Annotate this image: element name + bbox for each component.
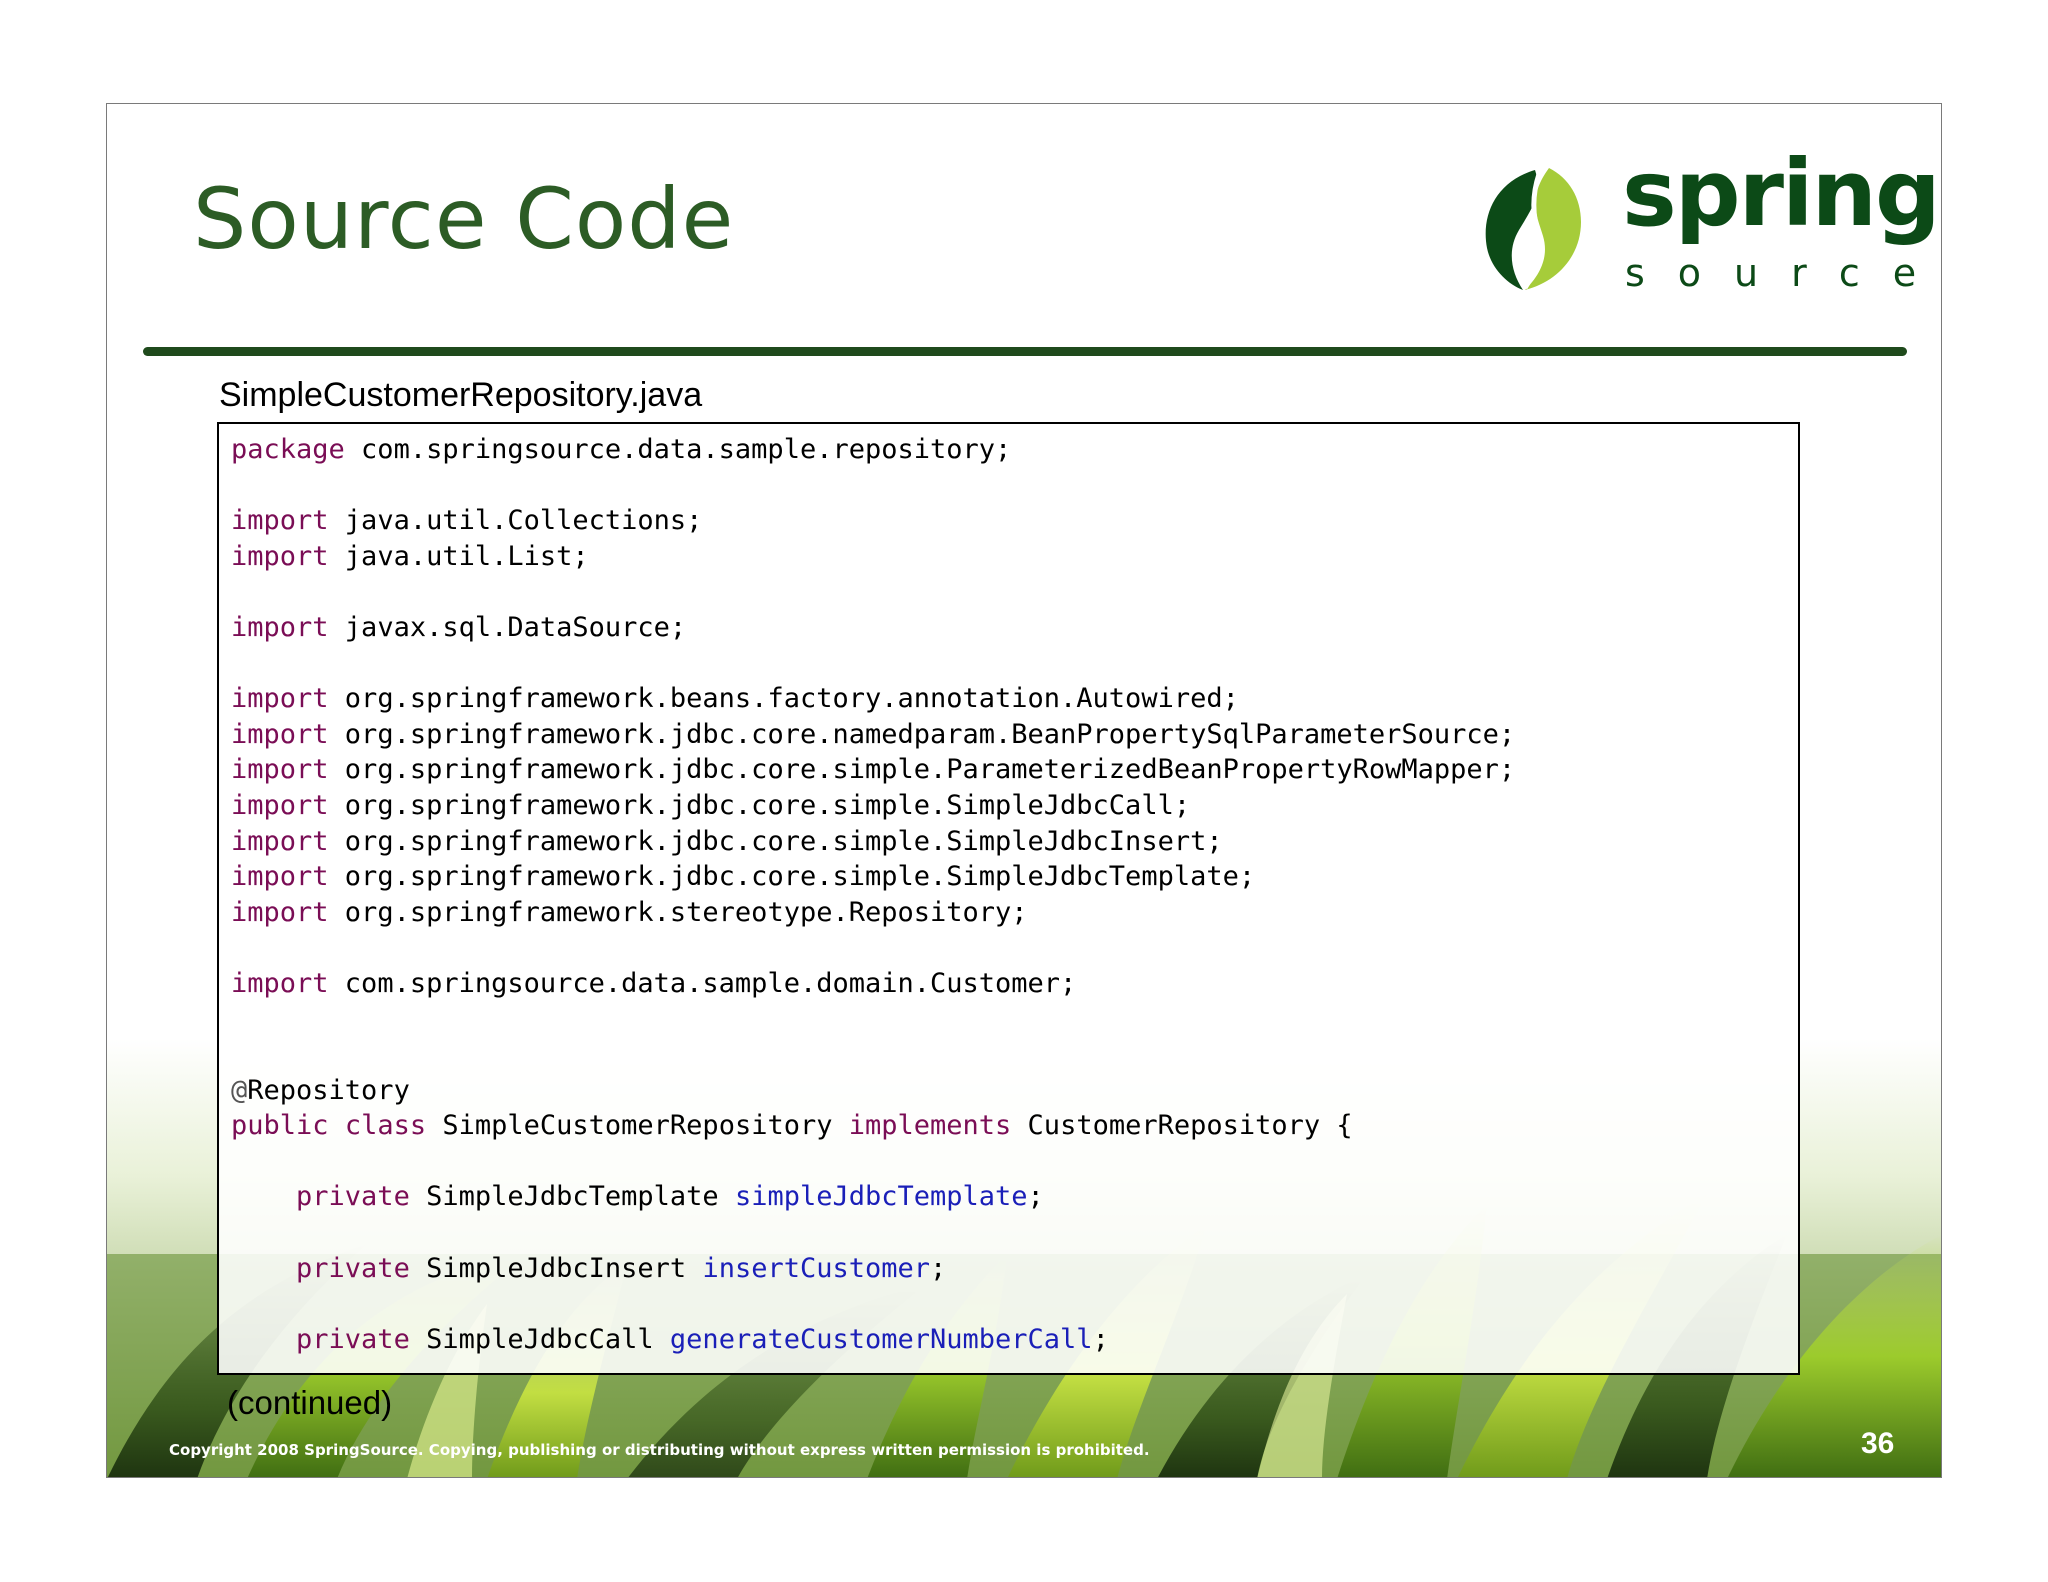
code-line: public class SimpleCustomerRepository im…	[231, 1108, 1515, 1144]
code-keyword: import	[231, 754, 329, 786]
code-keyword: import	[231, 896, 329, 928]
code-token: @	[231, 1074, 248, 1106]
code-keyword: import	[231, 825, 329, 857]
code-keyword: import	[231, 540, 329, 572]
code-keyword: import	[231, 505, 329, 537]
code-keyword: public	[231, 1110, 329, 1142]
code-field: simpleJdbcTemplate	[734, 1181, 1028, 1213]
code-keyword: import	[231, 789, 329, 821]
code-line: import org.springframework.jdbc.core.sim…	[231, 788, 1515, 824]
code-line: import org.springframework.jdbc.core.sim…	[231, 859, 1515, 895]
logo-subtitle: source	[1625, 251, 1942, 295]
code-token: CustomerRepository {	[1011, 1110, 1353, 1142]
code-line: import org.springframework.stereotype.Re…	[231, 895, 1515, 931]
code-field: generateCustomerNumberCall	[669, 1323, 1093, 1355]
code-token: org.springframework.stereotype.Repositor…	[328, 896, 1028, 928]
page-number: 36	[1861, 1427, 1895, 1460]
code-token: SimpleJdbcCall	[409, 1323, 670, 1355]
code-token: ;	[930, 1252, 947, 1284]
code-field: insertCustomer	[702, 1252, 931, 1284]
continued-label: (continued)	[227, 1384, 393, 1421]
code-token: org.springframework.jdbc.core.simple.Par…	[328, 754, 1516, 786]
code-keyword: import	[231, 683, 329, 715]
code-line: package com.springsource.data.sample.rep…	[231, 432, 1515, 468]
code-token: ;	[1027, 1181, 1044, 1213]
code-token: org.springframework.beans.factory.annota…	[328, 683, 1239, 715]
code-line: import java.util.Collections;	[231, 503, 1515, 539]
code-keyword: private	[296, 1252, 410, 1284]
code-line: import java.util.List;	[231, 539, 1515, 575]
code-keyword: private	[296, 1323, 410, 1355]
code-keyword: import	[231, 611, 329, 643]
code-line: import org.springframework.jdbc.core.sim…	[231, 824, 1515, 860]
code-line: import org.springframework.jdbc.core.sim…	[231, 752, 1515, 788]
code-token: SimpleJdbcInsert	[409, 1252, 703, 1284]
code-keyword: package	[231, 434, 345, 465]
code-line: private SimpleJdbcTemplate simpleJdbcTem…	[231, 1179, 1515, 1215]
code-token: SimpleJdbcTemplate	[409, 1181, 735, 1213]
code-keyword: import	[231, 718, 329, 750]
title-divider	[143, 347, 1907, 356]
code-token: SimpleCustomerRepository	[426, 1110, 849, 1142]
code-token: org.springframework.jdbc.core.simple.Sim…	[328, 789, 1191, 821]
logo-wordmark: spring	[1622, 140, 1941, 247]
code-line: import javax.sql.DataSource;	[231, 610, 1515, 646]
code-token: com.springsource.data.sample.repository;	[344, 434, 1012, 465]
leaf-icon	[1485, 168, 1581, 290]
code-line: private SimpleJdbcInsert insertCustomer;	[231, 1251, 1515, 1287]
code-keyword: import	[231, 861, 329, 893]
code-line: import org.springframework.beans.factory…	[231, 681, 1515, 717]
code-block: package com.springsource.data.sample.rep…	[217, 422, 1800, 1375]
code-line: import com.springsource.data.sample.doma…	[231, 966, 1515, 1002]
slide-title: Source Code	[193, 170, 735, 268]
springsource-logo: spring source	[1477, 148, 1941, 304]
code-token: com.springsource.data.sample.domain.Cust…	[328, 967, 1077, 999]
slide: Source Code spring source SimpleCustomer…	[106, 103, 1942, 1478]
code-token: ;	[1092, 1323, 1109, 1355]
file-name-label: SimpleCustomerRepository.java	[219, 376, 703, 414]
code-keyword: implements	[848, 1110, 1012, 1142]
code-line: @Repository	[231, 1073, 1515, 1109]
code-token: org.springframework.jdbc.core.simple.Sim…	[328, 861, 1256, 893]
copyright-notice: Copyright 2008 SpringSource. Copying, pu…	[169, 1441, 1150, 1459]
code-line: import org.springframework.jdbc.core.nam…	[231, 717, 1515, 753]
code-lines: package com.springsource.data.sample.rep…	[231, 432, 1515, 1357]
code-token: org.springframework.jdbc.core.simple.Sim…	[328, 825, 1223, 857]
code-token: Repository	[247, 1074, 410, 1106]
code-keyword: private	[296, 1181, 410, 1213]
code-line: private SimpleJdbcCall generateCustomerN…	[231, 1322, 1515, 1358]
code-token: java.util.Collections;	[328, 505, 703, 537]
code-token: javax.sql.DataSource;	[328, 611, 687, 643]
code-keyword: class	[344, 1110, 427, 1142]
code-token: java.util.List;	[328, 540, 589, 572]
code-keyword: import	[231, 967, 329, 999]
code-token: org.springframework.jdbc.core.namedparam…	[328, 718, 1516, 750]
